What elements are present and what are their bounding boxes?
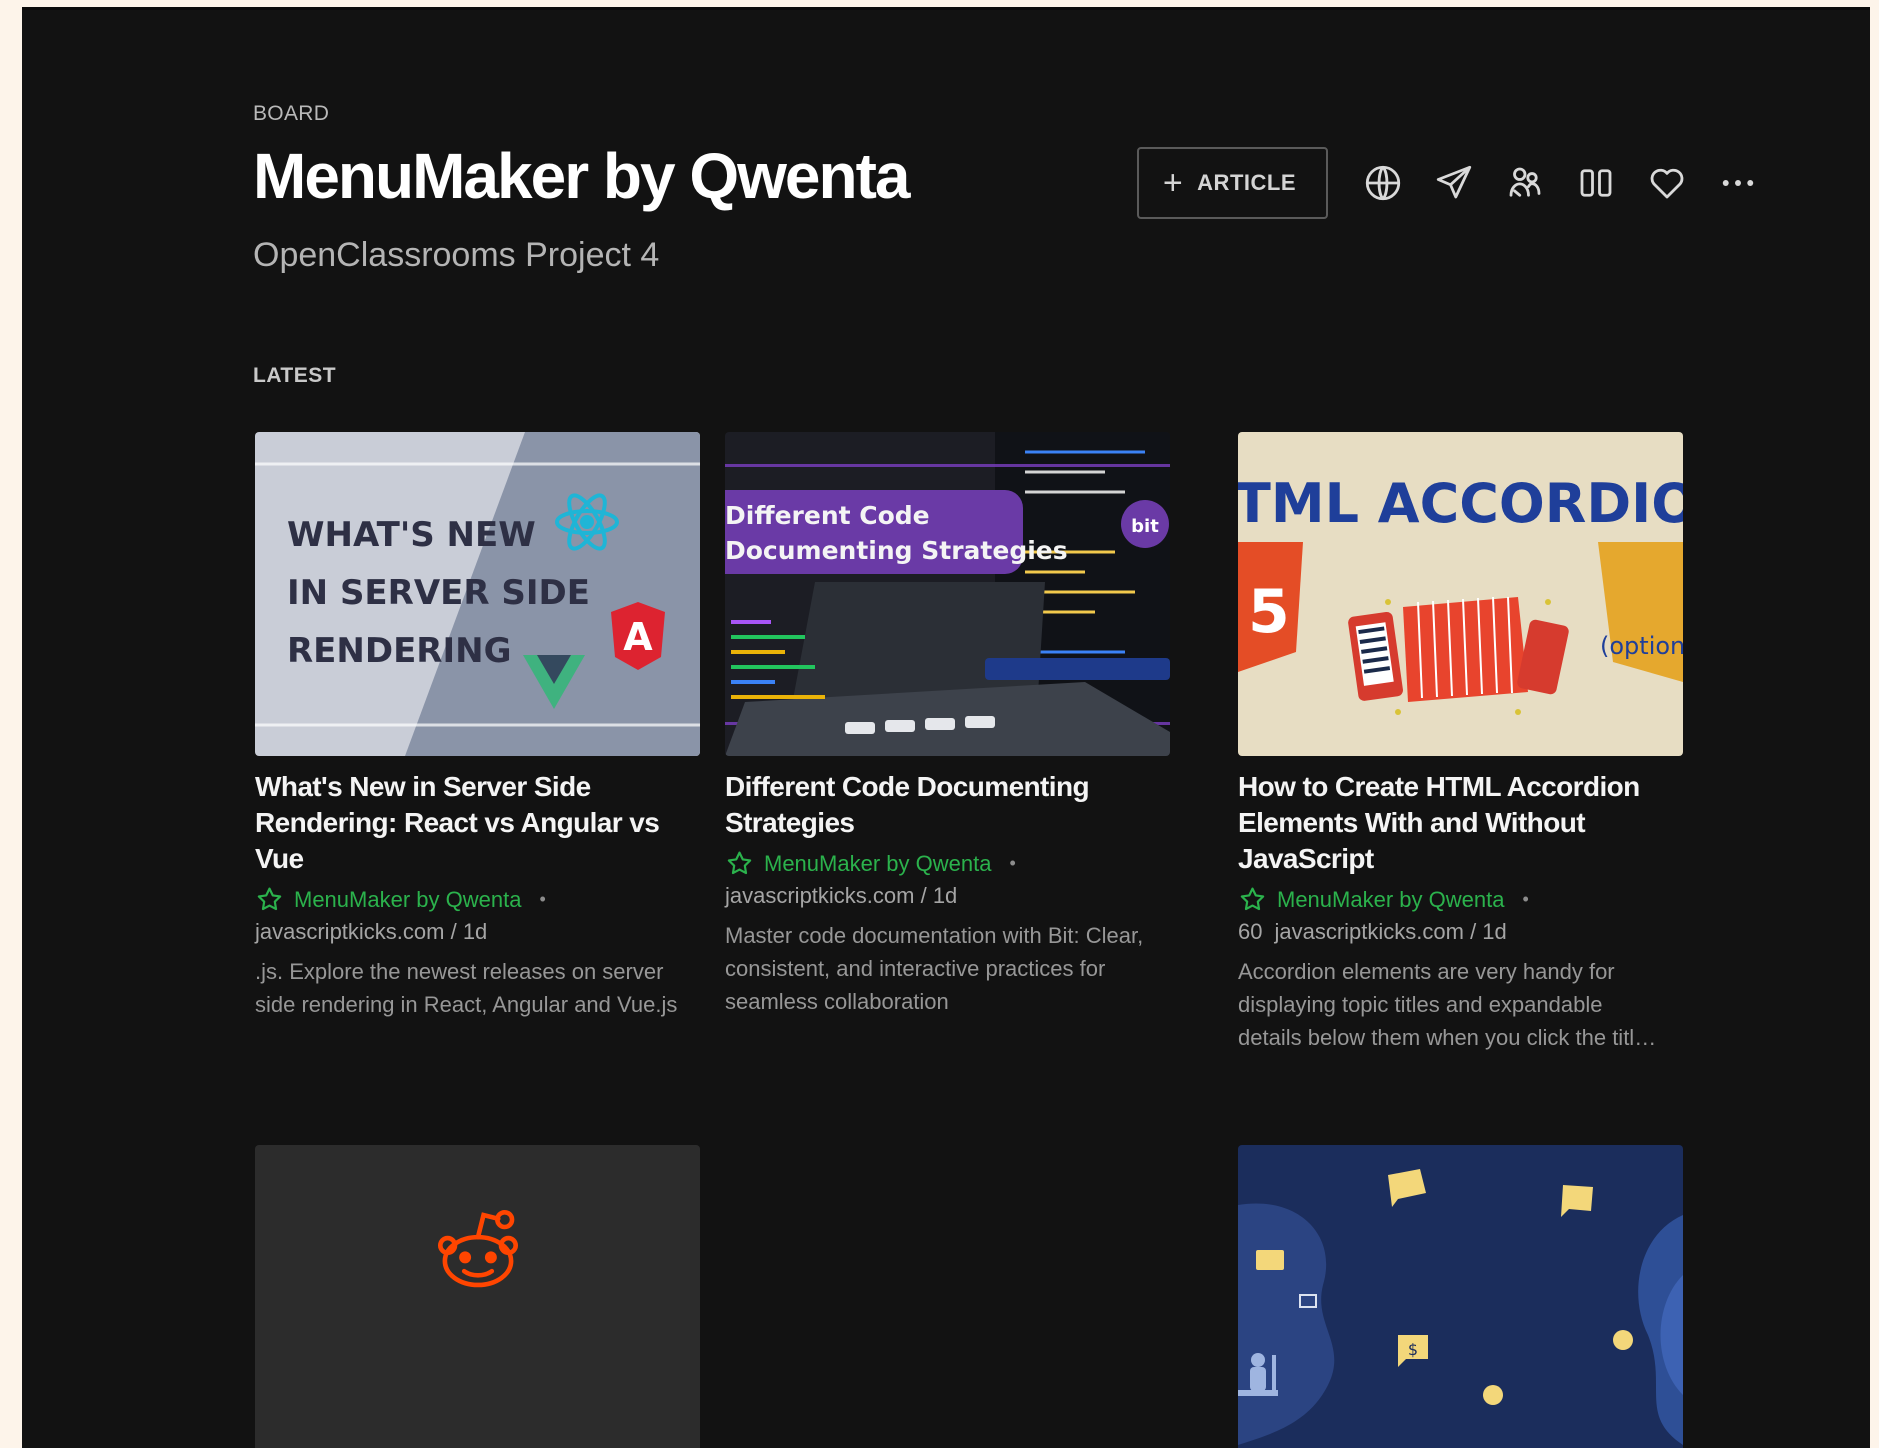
code-doc-thumbnail-art: Different Code Documenting Strategies bi… xyxy=(725,432,1170,756)
article-card[interactable]: WHAT'S NEW IN SERVER SIDE RENDERING A Wh… xyxy=(255,432,700,1021)
excerpt-line: details below them when you click the ti… xyxy=(1238,1025,1657,1050)
article-card[interactable]: Different Code Documenting Strategies bi… xyxy=(725,432,1170,1018)
app-window: BOARD MenuMaker by Qwenta OpenClassrooms… xyxy=(22,7,1870,1448)
article-title[interactable]: Different Code Documenting Strategies xyxy=(725,769,1170,841)
globe-icon[interactable] xyxy=(1358,158,1408,208)
article-thumbnail[interactable] xyxy=(255,1145,700,1448)
people-icon[interactable] xyxy=(1500,158,1550,208)
plus-icon: + xyxy=(1162,164,1184,202)
thumb-text-line: WHAT'S NEW xyxy=(287,515,536,555)
article-thumbnail[interactable]: WHAT'S NEW IN SERVER SIDE RENDERING A xyxy=(255,432,700,756)
engagement-count: 60 xyxy=(1238,919,1263,944)
board-link[interactable]: MenuMaker by Qwenta • xyxy=(1238,885,1683,914)
thumb-text-line: RENDERING xyxy=(287,631,512,671)
board-name: MenuMaker by Qwenta xyxy=(1277,886,1505,912)
board-toolbar: + ARTICLE xyxy=(1136,147,1763,219)
add-article-button[interactable]: + ARTICLE xyxy=(1136,147,1328,219)
board-name: MenuMaker by Qwenta xyxy=(764,850,992,876)
thumb-text-line: Documenting Strategies xyxy=(725,536,1068,565)
article-title[interactable]: How to Create HTML Accordion Elements Wi… xyxy=(1238,769,1683,877)
article-card[interactable] xyxy=(255,1145,700,1448)
board-link[interactable]: MenuMaker by Qwenta • xyxy=(725,849,1170,878)
star-icon xyxy=(1240,887,1265,911)
html5-logo-icon: 5 xyxy=(1248,577,1290,647)
accordion-thumbnail-art: TML ACCORDION 5 (option xyxy=(1238,432,1683,756)
excerpt-line: displaying topic titles and expandable xyxy=(1238,992,1603,1017)
section-label-latest: LATEST xyxy=(253,364,337,387)
board-header: BOARD MenuMaker by Qwenta OpenClassrooms… xyxy=(253,102,1763,272)
separator-dot: • xyxy=(1009,853,1016,873)
article-source[interactable]: javascriptkicks.com / 1d xyxy=(255,919,700,945)
star-icon xyxy=(257,887,282,911)
bit-logo-icon: bit xyxy=(1131,516,1159,537)
thumb-heading: TML ACCORDION xyxy=(1238,472,1683,535)
article-thumbnail[interactable]: TML ACCORDION 5 (option xyxy=(1238,432,1683,756)
article-source[interactable]: javascriptkicks.com / 1d xyxy=(725,883,1170,909)
article-source-row[interactable]: 60 javascriptkicks.com / 1d xyxy=(1238,919,1683,945)
heart-icon[interactable] xyxy=(1642,158,1692,208)
article-source: javascriptkicks.com / 1d xyxy=(1274,919,1507,944)
article-excerpt: .js. Explore the newest releases on serv… xyxy=(255,959,678,1017)
illustration-thumbnail-art: $ xyxy=(1238,1145,1683,1448)
article-title[interactable]: What's New in Server Side Rendering: Rea… xyxy=(255,769,700,877)
article-thumbnail[interactable]: Different Code Documenting Strategies bi… xyxy=(725,432,1170,756)
board-link[interactable]: MenuMaker by Qwenta • xyxy=(255,885,700,914)
thumb-text-line: Different Code xyxy=(725,501,930,530)
thumb-note: (option xyxy=(1600,632,1683,660)
dollar-sign: $ xyxy=(1408,1340,1418,1359)
thumb-text-line: IN SERVER SIDE xyxy=(287,573,590,613)
board-subtitle: OpenClassrooms Project 4 xyxy=(253,236,660,274)
article-excerpt: Master code documentation with Bit: Clea… xyxy=(725,923,1144,1014)
separator-dot: • xyxy=(1522,889,1529,909)
article-thumbnail[interactable]: $ xyxy=(1238,1145,1683,1448)
angular-letter: A xyxy=(623,615,653,659)
columns-icon[interactable] xyxy=(1571,158,1621,208)
article-excerpt: Accordion elements are very handy for di… xyxy=(1238,955,1683,1054)
send-icon[interactable] xyxy=(1429,158,1479,208)
more-icon[interactable] xyxy=(1713,158,1763,208)
excerpt-line: Accordion elements are very handy for xyxy=(1238,959,1615,984)
add-article-label: ARTICLE xyxy=(1197,170,1296,195)
board-name: MenuMaker by Qwenta xyxy=(294,886,522,912)
board-eyebrow: BOARD xyxy=(253,102,330,125)
star-icon xyxy=(727,851,752,875)
article-card[interactable]: TML ACCORDION 5 (option xyxy=(1238,432,1683,1054)
separator-dot: • xyxy=(539,889,546,909)
reddit-logo-icon xyxy=(437,1209,518,1288)
article-card[interactable]: $ xyxy=(1238,1145,1683,1448)
ssr-thumbnail-art: WHAT'S NEW IN SERVER SIDE RENDERING A xyxy=(255,432,700,756)
